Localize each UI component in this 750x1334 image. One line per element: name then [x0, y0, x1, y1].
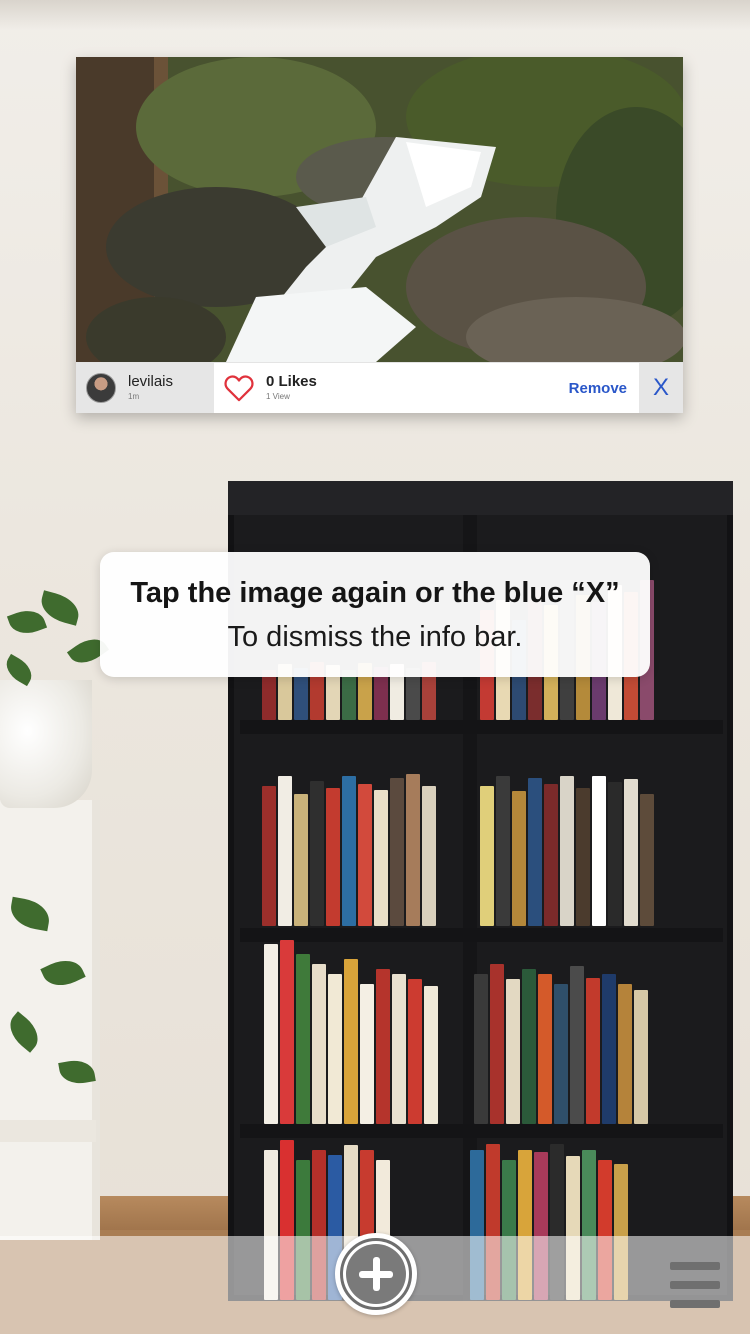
book-row [480, 775, 654, 926]
add-button-ring [340, 1238, 412, 1310]
user-text: levilais 1m [128, 373, 173, 403]
user-section[interactable]: levilais 1m [76, 363, 214, 413]
avatar[interactable] [86, 373, 116, 403]
username[interactable]: levilais [128, 373, 173, 391]
plant-stand-shelf [0, 1120, 96, 1142]
waterfall-photo-illustration [76, 57, 683, 362]
waterfall-photo[interactable] [76, 57, 683, 362]
post-age: 1m [128, 392, 140, 401]
bookshelf-shelf [240, 1124, 723, 1138]
remove-button[interactable]: Remove [569, 363, 627, 413]
hamburger-menu-icon[interactable] [666, 1262, 724, 1308]
wall [0, 0, 750, 30]
plant-leaf [6, 604, 48, 640]
flower-pot [0, 680, 92, 808]
instruction-tooltip: Tap the image again or the blue “X” To d… [100, 552, 650, 677]
book-row [264, 940, 438, 1124]
menu-bar-line [670, 1281, 720, 1289]
info-bar: levilais 1m 0 Likes 1 View Remove X [76, 362, 683, 413]
view-count: 1 View [266, 392, 290, 401]
tooltip-body: To dismiss the info bar. [227, 620, 523, 653]
ar-camera-view: levilais 1m 0 Likes 1 View Remove X Tap … [0, 0, 750, 1334]
like-text: 0 Likes 1 View [266, 373, 317, 403]
like-section: 0 Likes 1 View [224, 363, 317, 413]
bookshelf-shelf [240, 720, 723, 734]
add-image-button[interactable] [335, 1233, 417, 1315]
book-row [262, 770, 436, 926]
menu-bar-line [670, 1262, 720, 1270]
bookshelf-top [228, 481, 733, 515]
plus-circle-icon [346, 1244, 406, 1304]
heart-icon[interactable] [224, 374, 254, 402]
ar-image-card: levilais 1m 0 Likes 1 View Remove X [76, 57, 683, 413]
book-row [474, 960, 648, 1124]
likes-count: 0 Likes [266, 373, 317, 390]
tooltip-title: Tap the image again or the blue “X” [130, 576, 620, 609]
close-info-bar-button[interactable]: X [639, 363, 683, 413]
menu-bar-line [670, 1300, 720, 1308]
